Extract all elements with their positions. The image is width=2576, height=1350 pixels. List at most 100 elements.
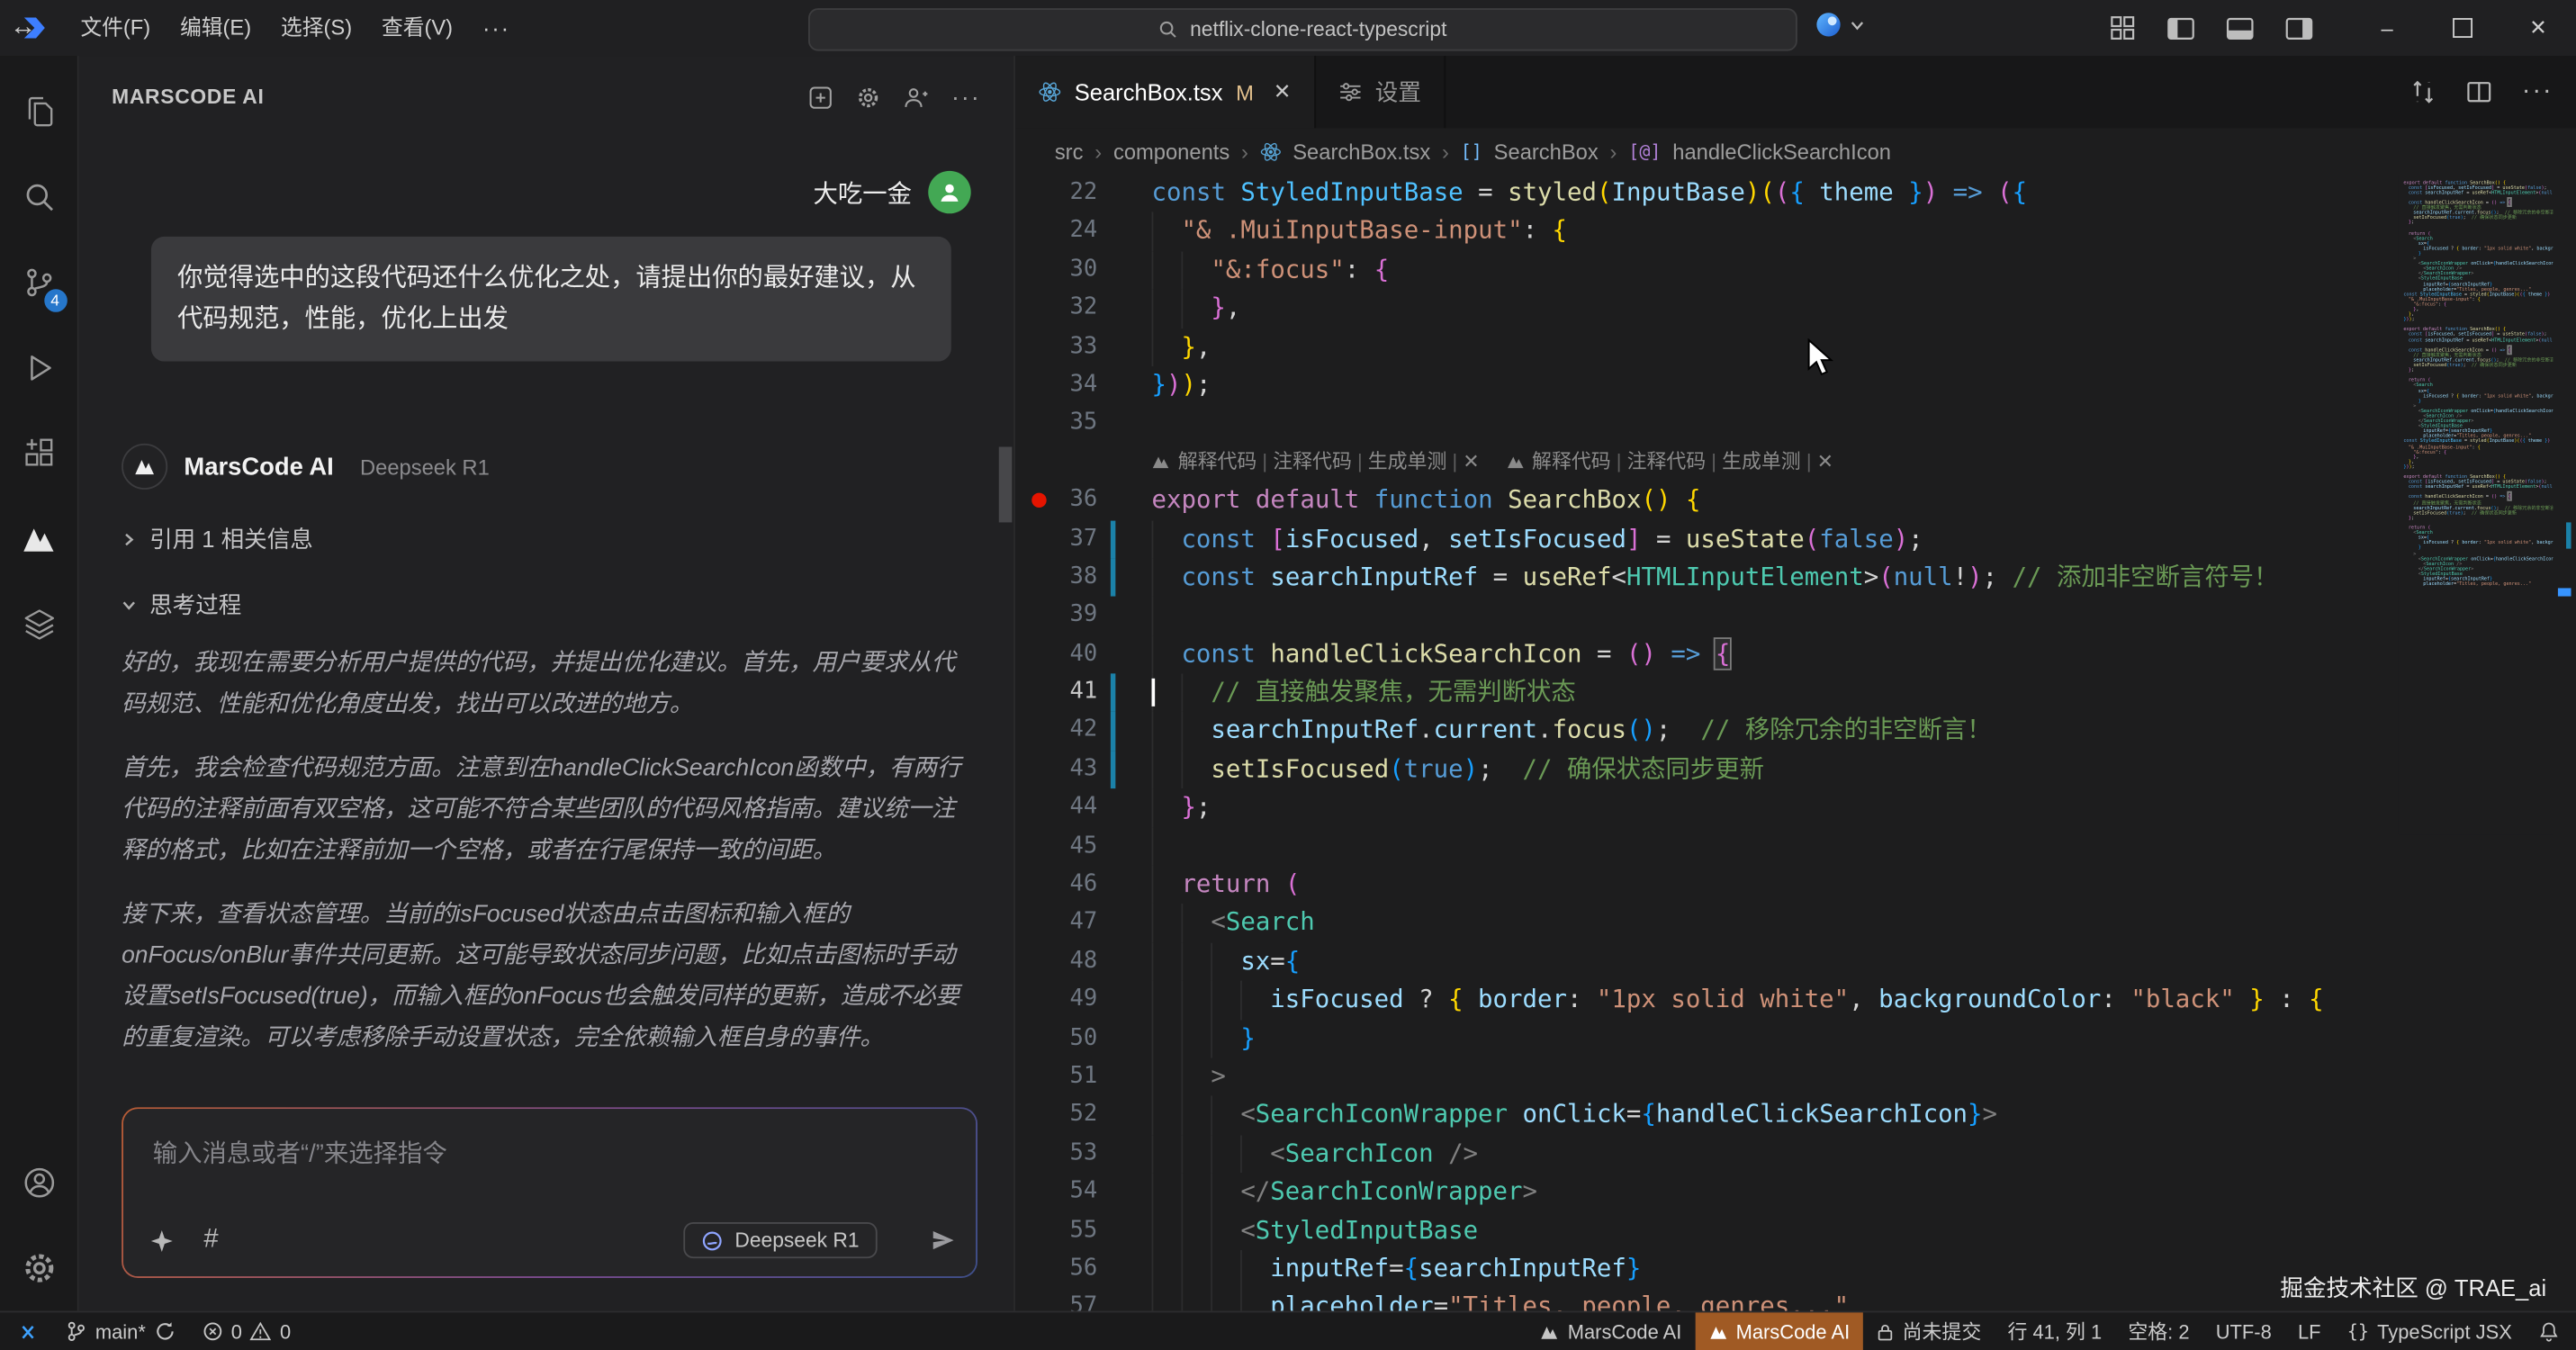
codelens-explain[interactable]: 解释代码 [1532, 443, 1611, 482]
indent-guide [1152, 1174, 1182, 1212]
code-token: null [1893, 562, 1953, 591]
grid-layout-icon[interactable] [2110, 14, 2136, 40]
account-icon[interactable] [0, 1140, 78, 1226]
chat-message-list[interactable]: 大吃一金 你觉得选中的这段代码还什么优化之处，请提出你的最好建议，从代码规范，性… [79, 138, 1014, 1097]
ai-stack-icon[interactable] [0, 581, 78, 667]
browser-profile-button[interactable] [1814, 10, 1865, 40]
menu-file[interactable]: 文件(F) [66, 0, 166, 56]
encoding[interactable]: UTF-8 [2202, 1311, 2284, 1350]
language-mode[interactable]: {} TypeScript JSX [2334, 1311, 2525, 1350]
menu-view[interactable]: 查看(V) [367, 0, 468, 56]
toggle-right-panel-icon[interactable] [2285, 15, 2313, 40]
marscode-active-item[interactable]: MarsCode AI [1694, 1311, 1863, 1350]
close-button[interactable]: ✕ [2500, 0, 2576, 56]
line-number: 38 [1069, 562, 1098, 590]
command-center-search[interactable]: netflix-clone-react-typescript [808, 8, 1797, 51]
problems-status[interactable]: 0 0 [188, 1311, 303, 1350]
breadcrumb-item-src[interactable]: src [1055, 139, 1084, 163]
codelens-dismiss-icon[interactable]: ✕ [1463, 443, 1479, 482]
settings-gear-icon[interactable] [0, 1226, 78, 1311]
extensions-icon[interactable] [0, 410, 78, 496]
code-token: HTMLInputElement [2491, 188, 2536, 195]
thinking-toggle[interactable]: 思考过程 [122, 589, 971, 622]
tab-settings[interactable]: 设置 [1316, 56, 1446, 129]
forward-arrow-icon[interactable]: → [0, 0, 46, 56]
code-token: useRef [1522, 562, 1612, 591]
code-token: setIsFocused [2413, 361, 2447, 368]
codelens-dismiss-icon[interactable]: ✕ [1817, 443, 1833, 482]
ruler-change-mark [2566, 522, 2571, 549]
overview-ruler[interactable] [2553, 174, 2576, 1310]
toggle-left-panel-icon[interactable] [2167, 15, 2195, 40]
indent-guide [1181, 981, 1211, 1020]
code-token: } [2418, 249, 2421, 256]
chat-more-icon[interactable]: ··· [951, 83, 981, 111]
marscode-status-item[interactable]: MarsCode AI [1527, 1311, 1695, 1350]
remote-indicator[interactable] [0, 1311, 52, 1350]
code-editor[interactable]: 22 const StyledInputBase = styled(InputBa… [1015, 174, 2576, 1311]
chat-input-box[interactable]: 输入消息或者“/”来选择指令 # Deepseek R1 [122, 1107, 977, 1278]
breadcrumb-item-symbol[interactable]: SearchBox [1494, 139, 1599, 163]
ai-skill-icon[interactable] [149, 1228, 174, 1252]
breadcrumb-item-method[interactable]: handleClickSearchIcon [1672, 139, 1891, 163]
run-debug-icon[interactable] [0, 325, 78, 410]
minimize-button[interactable]: – [2349, 0, 2425, 56]
model-selector-button[interactable]: Deepseek R1 [683, 1221, 878, 1259]
code-token: ; [1195, 792, 1211, 823]
line-number: 47 [1069, 909, 1098, 936]
eol-setting[interactable]: LF [2284, 1311, 2334, 1350]
code-text: }; [1115, 789, 1211, 828]
codelens-explain[interactable]: 解释代码 [1178, 443, 1257, 482]
code-token: InputBase [1611, 177, 1745, 207]
menu-more[interactable]: ··· [468, 14, 526, 40]
code-token: // 直接触发聚焦，无需判断状态 [1211, 677, 1576, 707]
cursor-position[interactable]: 行 41, 列 1 [1995, 1311, 2115, 1350]
commit-status-item[interactable]: 尚未提交 [1863, 1311, 1995, 1350]
chat-scrollbar[interactable] [998, 446, 1013, 523]
code-token: useRef [2472, 483, 2490, 490]
codelens-unittest[interactable]: 生成单测 [1368, 443, 1447, 482]
command-center-label: netflix-clone-react-typescript [1190, 18, 1447, 41]
line-number: 45 [1069, 832, 1098, 859]
share-session-icon[interactable] [904, 85, 928, 109]
chat-settings-gear-icon[interactable] [856, 85, 880, 109]
maximize-button[interactable] [2425, 0, 2500, 56]
code-text: const StyledInputBase = styled(InputBase… [1115, 174, 2028, 212]
codelens-row[interactable]: 解释代码 | 注释代码 | 生成单测 | ✕ 解释代码 | 注释代码 | 生成单测… [1015, 443, 2395, 482]
marscode-logo-icon [1541, 1326, 1558, 1338]
codelens-comment[interactable]: 注释代码 [1273, 443, 1352, 482]
tab-searchbox[interactable]: SearchBox.tsx M ✕ [1015, 56, 1317, 129]
indent-setting[interactable]: 空格: 2 [2115, 1311, 2202, 1350]
menu-edit[interactable]: 编辑(E) [166, 0, 266, 56]
marscode-logo-icon [1709, 1326, 1726, 1338]
source-control-icon[interactable]: 4 [0, 239, 78, 325]
marscode-ai-icon[interactable] [0, 496, 78, 581]
toggle-bottom-panel-icon[interactable] [2226, 15, 2254, 40]
more-actions-icon[interactable]: ··· [2522, 77, 2553, 107]
line-number: 44 [1069, 794, 1098, 821]
explorer-icon[interactable] [0, 69, 78, 155]
notifications-bell[interactable] [2525, 1311, 2576, 1350]
citation-toggle[interactable]: 引用 1 相关信息 [122, 523, 971, 556]
close-tab-icon[interactable]: ✕ [1274, 79, 1292, 105]
code-token: const [1181, 562, 1271, 591]
compare-changes-icon[interactable] [2410, 79, 2436, 105]
minimap[interactable]: 22const StyledInputBase = styled(InputBa… [2398, 174, 2553, 835]
context-hash-icon[interactable]: # [203, 1226, 218, 1256]
code-line: 39 [1015, 597, 2395, 635]
send-icon[interactable] [930, 1227, 956, 1253]
git-branch-status[interactable]: main* [52, 1311, 188, 1350]
codelens-comment[interactable]: 注释代码 [1627, 443, 1707, 482]
search-icon[interactable] [0, 155, 78, 240]
code-token: } [1908, 177, 1923, 207]
breadcrumb-item-file[interactable]: SearchBox.tsx [1293, 139, 1430, 163]
breadcrumb-item-components[interactable]: components [1113, 139, 1229, 163]
codelens-unittest[interactable]: 生成单测 [1722, 443, 1801, 482]
user-row: 大吃一金 [122, 170, 971, 214]
menu-selection[interactable]: 选择(S) [266, 0, 367, 56]
person-icon [941, 184, 959, 202]
code-text: export default function SearchBox() { [1115, 482, 1701, 520]
new-chat-icon[interactable] [808, 85, 833, 109]
split-editor-icon[interactable] [2466, 79, 2492, 105]
